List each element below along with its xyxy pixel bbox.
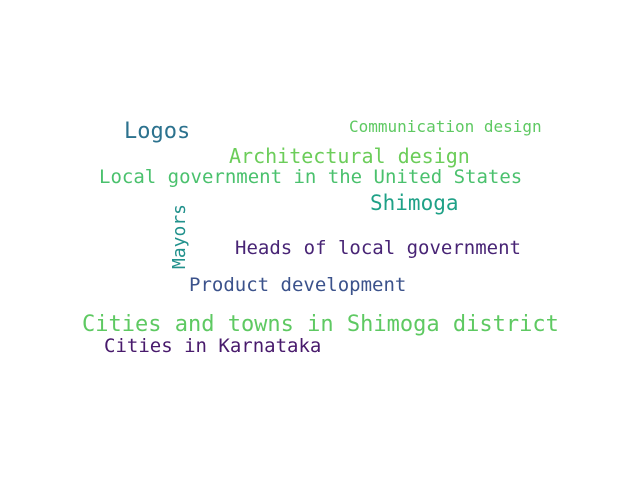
word-local-government-in-the-united-states: Local government in the United States [99,166,523,188]
word-cities-in-karnataka: Cities in Karnataka [104,335,322,357]
word-shimoga: Shimoga [370,191,459,215]
word-mayors: Mayors [169,203,190,269]
word-cities-and-towns-in-shimoga-district: Cities and towns in Shimoga district [82,312,559,337]
word-communication-design: Communication design [349,117,542,136]
word-architectural-design: Architectural design [229,144,470,168]
word-heads-of-local-government: Heads of local government [235,237,521,259]
word-cloud: Communication design Logos Architectural… [0,0,640,480]
word-logos: Logos [124,119,191,144]
word-product-development: Product development [189,274,407,296]
